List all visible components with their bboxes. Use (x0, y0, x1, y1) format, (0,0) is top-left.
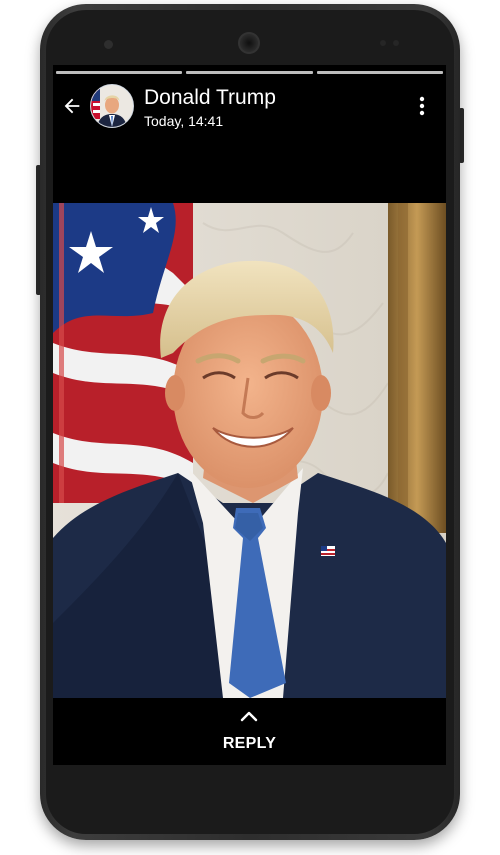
story-progress-bar (56, 71, 443, 74)
chevron-up-icon (240, 711, 258, 722)
progress-segment (186, 71, 313, 74)
contact-name: Donald Trump (144, 86, 276, 109)
proximity-sensor (380, 40, 386, 46)
story-viewer-screen: Donald Trump Today, 14:41 REPLY (53, 65, 446, 765)
progress-segment (316, 71, 443, 74)
story-photo (53, 203, 446, 698)
more-vert-icon[interactable] (412, 94, 432, 118)
arrow-left-icon[interactable] (61, 95, 83, 117)
reply-label: REPLY (222, 735, 277, 752)
avatar-portrait-image (91, 85, 133, 127)
reply-button[interactable]: REPLY (53, 705, 446, 755)
story-header: Donald Trump Today, 14:41 (53, 81, 446, 135)
earpiece-speaker (238, 32, 260, 54)
front-camera (104, 40, 113, 49)
story-timestamp: Today, 14:41 (144, 113, 224, 129)
progress-segment (56, 71, 183, 74)
avatar[interactable] (90, 84, 134, 128)
light-sensor (393, 40, 399, 46)
story-portrait-image (53, 203, 446, 698)
